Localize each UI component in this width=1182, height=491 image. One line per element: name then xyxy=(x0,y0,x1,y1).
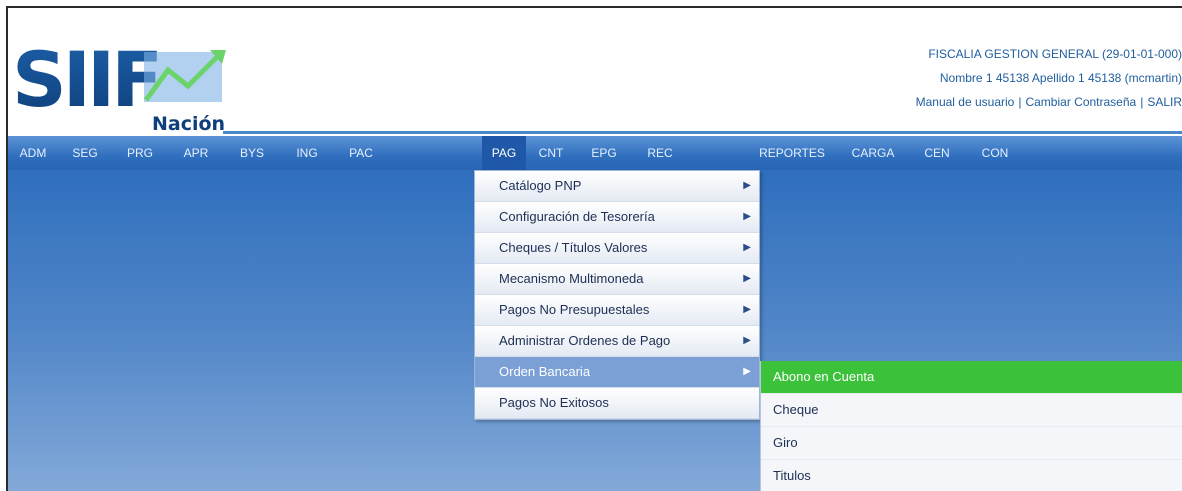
dropdown-item-mecanismo-multimoneda[interactable]: Mecanismo Multimoneda ▶ xyxy=(475,264,759,295)
menu-prg[interactable]: PRG xyxy=(112,136,168,170)
submenu-arrow-icon: ▶ xyxy=(743,366,751,377)
entity-name: FISCALIA GESTION GENERAL (29-01-01-000) xyxy=(928,47,1182,61)
dropdown-item-orden-bancaria[interactable]: Orden Bancaria ▶ xyxy=(475,357,759,388)
menu-adm[interactable]: ADM xyxy=(8,136,58,170)
user-links: Manual de usuario | Cambiar Contraseña | SAL… xyxy=(916,90,1182,114)
user-name: Nombre 1 45138 Apellido 1 45138 (mcmarti… xyxy=(939,71,1182,85)
submenu-item-giro[interactable]: Giro xyxy=(761,427,1182,460)
separator: | xyxy=(1018,95,1022,109)
dropdown-item-cheques-titulos[interactable]: Cheques / Títulos Valores ▶ xyxy=(475,233,759,264)
dropdown-item-configuracion-tesoreria[interactable]: Configuración de Tesorería ▶ xyxy=(475,202,759,233)
dropdown-item-label: Orden Bancaria xyxy=(499,364,591,379)
submenu-item-cheque[interactable]: Cheque xyxy=(761,394,1182,427)
logout-link[interactable]: SALIR xyxy=(1147,95,1182,109)
dropdown-item-label: Pagos No Presupuestales xyxy=(499,302,650,317)
submenu-arrow-icon: ▶ xyxy=(743,335,751,346)
submenu-arrow-icon: ▶ xyxy=(743,211,751,222)
header-divider xyxy=(223,131,1182,134)
submenu-arrow-icon: ▶ xyxy=(743,273,751,284)
dropdown-item-catalogo-pnp[interactable]: Catálogo PNP ▶ xyxy=(475,171,759,202)
svg-text:SIIF: SIIF xyxy=(12,35,159,124)
svg-text:Nación: Nación xyxy=(152,113,225,134)
siif-nacion-logo: SIIF Nación xyxy=(12,35,226,134)
menu-reportes[interactable]: REPORTES xyxy=(750,136,834,170)
submenu-item-abono-en-cuenta[interactable]: Abono en Cuenta xyxy=(761,361,1182,394)
dropdown-item-label: Configuración de Tesorería xyxy=(499,209,655,224)
pag-dropdown-menu: Catálogo PNP ▶ Configuración de Tesorería… xyxy=(474,170,760,420)
menu-seg[interactable]: SEG xyxy=(58,136,112,170)
main-menu-bar: ADM SEG PRG APR BYS ING PAC PAG CNT EPG … xyxy=(8,136,1182,170)
menu-cen[interactable]: CEN xyxy=(912,136,962,170)
dropdown-item-label: Catálogo PNP xyxy=(499,178,582,193)
menu-pag[interactable]: PAG xyxy=(482,136,526,170)
user-info: FISCALIA GESTION GENERAL (29-01-01-000) … xyxy=(916,42,1182,114)
menu-carga[interactable]: CARGA xyxy=(844,136,902,170)
orden-bancaria-submenu: Abono en Cuenta Cheque Giro Titulos xyxy=(760,361,1182,491)
app-window: SIIF Nación FISCALIA GESTION GENERAL (29… xyxy=(6,6,1182,491)
dropdown-item-administrar-ordenes[interactable]: Administrar Ordenes de Pago ▶ xyxy=(475,326,759,357)
menu-epg[interactable]: EPG xyxy=(576,136,632,170)
submenu-item-titulos[interactable]: Titulos xyxy=(761,460,1182,491)
dropdown-item-pagos-no-exitosos[interactable]: Pagos No Exitosos xyxy=(475,388,759,419)
dropdown-item-label: Administrar Ordenes de Pago xyxy=(499,333,671,348)
menu-bys[interactable]: BYS xyxy=(224,136,280,170)
dropdown-item-label: Pagos No Exitosos xyxy=(499,395,609,410)
dropdown-item-label: Mecanismo Multimoneda xyxy=(499,271,644,286)
menu-apr[interactable]: APR xyxy=(168,136,224,170)
menu-ing[interactable]: ING xyxy=(280,136,334,170)
manual-link[interactable]: Manual de usuario xyxy=(916,95,1015,109)
menu-cnt[interactable]: CNT xyxy=(526,136,576,170)
separator: | xyxy=(1140,95,1144,109)
dropdown-item-pagos-no-presupuestales[interactable]: Pagos No Presupuestales ▶ xyxy=(475,295,759,326)
dropdown-item-label: Cheques / Títulos Valores xyxy=(499,240,648,255)
header: SIIF Nación FISCALIA GESTION GENERAL (29… xyxy=(8,8,1182,134)
submenu-arrow-icon: ▶ xyxy=(743,304,751,315)
submenu-arrow-icon: ▶ xyxy=(743,242,751,253)
menu-rec[interactable]: REC xyxy=(632,136,688,170)
submenu-arrow-icon: ▶ xyxy=(743,180,751,191)
menu-con[interactable]: CON xyxy=(970,136,1020,170)
change-password-link[interactable]: Cambiar Contraseña xyxy=(1025,95,1136,109)
menu-pac[interactable]: PAC xyxy=(334,136,388,170)
